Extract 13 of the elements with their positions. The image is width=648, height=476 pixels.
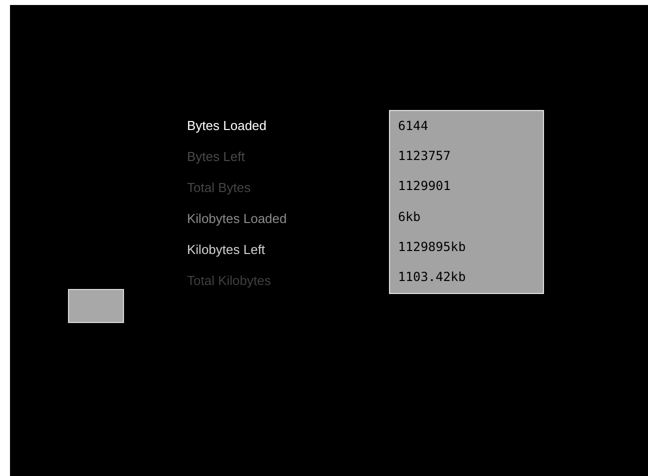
stat-label: Kilobytes Left xyxy=(187,240,266,259)
stat-value: 1123757 xyxy=(398,147,451,166)
stat-label: Total Bytes xyxy=(187,178,251,197)
stat-label: Bytes Left xyxy=(187,148,245,166)
stat-label: Bytes Loaded xyxy=(187,116,267,135)
stat-value: 1129901 xyxy=(398,177,451,196)
empty-box xyxy=(68,289,124,323)
stat-value: 6144 xyxy=(398,116,428,135)
stat-value: 6kb xyxy=(398,208,421,226)
stat-value: 1129895kb xyxy=(398,238,466,256)
stat-value: 1103.42kb xyxy=(398,268,466,286)
stat-label: Kilobytes Loaded xyxy=(187,210,287,228)
stat-label: Total Kilobytes xyxy=(187,272,271,290)
